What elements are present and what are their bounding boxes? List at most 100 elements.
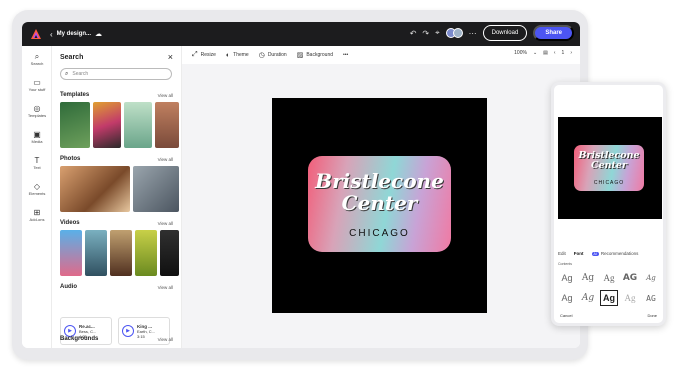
text-icon: T	[34, 156, 40, 165]
play-icon[interactable]: ▶	[122, 325, 134, 337]
rail-item-media[interactable]: ▣ Media	[22, 124, 52, 150]
cancel-button[interactable]: Cancel	[560, 313, 572, 318]
video-thumbnail[interactable]	[135, 230, 157, 276]
rail-item-addons[interactable]: ⊞ Add-ons	[22, 202, 52, 228]
font-option[interactable]: Ag	[642, 270, 660, 286]
title-text[interactable]: Bristlecone Center	[308, 170, 451, 214]
collaborators-avatars[interactable]	[445, 28, 463, 38]
left-rail: ⌕ Search ▭ Your stuff ◎ Templates ▣ Media TT…	[22, 46, 52, 348]
font-option[interactable]: AG	[642, 290, 660, 306]
theme-icon: ◐	[225, 51, 231, 59]
background-label: Background	[306, 52, 334, 58]
app-logo-icon	[31, 29, 41, 39]
redo-icon[interactable]: ↷	[422, 29, 429, 38]
theme-button[interactable]: ◐ Theme	[226, 52, 249, 59]
resize-icon: ⤢	[192, 51, 198, 58]
resize-button[interactable]: ⤢ Resize	[192, 51, 216, 59]
rail-item-label: Your stuff	[28, 87, 46, 92]
templates-view-all-link[interactable]: View all	[158, 93, 173, 98]
gradient-card[interactable]: Bristlecone Center CHICAGO	[308, 156, 451, 252]
rail-item-label: Add-ons	[29, 217, 45, 222]
app-window: ‹ My design... ☁ ↶ ↷ ⌖ ⋯ Download Share …	[22, 22, 580, 348]
font-option-selected[interactable]: Ag	[600, 290, 618, 306]
pages-icon[interactable]: ▤	[543, 50, 548, 56]
page-number: 1	[561, 50, 565, 56]
rail-item-label: Text	[33, 165, 41, 170]
font-option[interactable]: Ag	[579, 290, 597, 306]
templates-icon: ◎	[33, 104, 41, 113]
rail-item-search[interactable]: ⌕ Search	[22, 46, 52, 72]
done-button[interactable]: Done	[647, 313, 657, 318]
video-thumbnail[interactable]	[160, 230, 179, 276]
rail-item-elements[interactable]: ◇ Elements	[22, 176, 52, 202]
video-thumbnail[interactable]	[60, 230, 82, 276]
video-thumbnail[interactable]	[110, 230, 132, 276]
font-option[interactable]: AG	[621, 270, 639, 286]
template-thumbnail[interactable]	[155, 102, 179, 148]
avatar	[452, 28, 463, 38]
background-icon: ▨	[296, 52, 304, 59]
canvas-area[interactable]: Bristlecone Center CHICAGO	[182, 64, 580, 348]
theme-label: Theme	[233, 52, 249, 58]
phone-title-text: Bristlecone Center	[578, 150, 640, 171]
font-option[interactable]: Ag	[558, 290, 576, 306]
download-button[interactable]: Download	[482, 25, 528, 41]
section-videos-title: Videos	[60, 220, 80, 226]
chevron-down-icon[interactable]: ⌄	[533, 50, 537, 56]
addons-icon: ⊞	[33, 208, 41, 217]
close-icon[interactable]: ×	[168, 52, 173, 62]
rail-item-label: Elements	[28, 191, 46, 196]
search-icon: ⌕	[34, 52, 40, 61]
phone-subtitle-text: CHICAGO	[593, 180, 625, 186]
duration-label: Duration	[267, 52, 287, 58]
tab-font[interactable]: Font	[574, 251, 584, 256]
font-option[interactable]: Ag	[600, 270, 618, 286]
phone-artboard[interactable]: Bristlecone Center CHICAGO	[558, 117, 662, 219]
audio-duration: 3:15	[137, 333, 145, 339]
rail-item-your-stuff[interactable]: ▭ Your stuff	[22, 72, 52, 98]
rail-item-text[interactable]: T Text	[22, 150, 52, 176]
tab-recommendations[interactable]: AI Recommendations	[591, 251, 638, 256]
cloud-icon: ☁	[95, 31, 103, 38]
photo-thumbnail[interactable]	[133, 166, 179, 212]
back-chevron-icon[interactable]: ‹	[50, 30, 53, 39]
photos-view-all-link[interactable]: View all	[158, 157, 173, 162]
background-button[interactable]: ▨ Background	[297, 51, 333, 59]
template-thumbnail[interactable]	[124, 102, 152, 148]
share-button[interactable]: Share	[533, 25, 574, 41]
ai-badge: AI	[591, 252, 599, 256]
location-pin-icon[interactable]: ⌖	[435, 28, 440, 38]
phone-preview: Bristlecone Center CHICAGO Edit Font AI Re…	[551, 82, 666, 326]
backgrounds-view-all-link[interactable]: View all	[158, 337, 173, 342]
more-options-button[interactable]: •••	[343, 52, 348, 58]
zoom-level[interactable]: 100%	[514, 50, 527, 56]
tab-edit[interactable]: Edit	[558, 251, 566, 256]
prev-page-icon[interactable]: ‹	[554, 50, 556, 56]
search-input[interactable]: ⌕ Search	[60, 68, 172, 80]
rail-item-templates[interactable]: ◎ Templates	[22, 98, 52, 124]
document-name[interactable]: My design...	[57, 31, 91, 37]
artboard[interactable]: Bristlecone Center CHICAGO	[272, 98, 487, 313]
duration-button[interactable]: ◷ Duration	[259, 51, 287, 59]
template-thumbnail[interactable]	[60, 102, 90, 148]
subtitle-text[interactable]: CHICAGO	[308, 228, 451, 239]
contents-label: Contents	[558, 262, 573, 266]
template-thumbnail[interactable]	[93, 102, 121, 148]
section-photos-title: Photos	[60, 156, 81, 162]
undo-icon[interactable]: ↶	[410, 29, 417, 38]
rail-item-label: Templates	[27, 113, 47, 118]
phone-tabs: Edit Font AI Recommendations	[558, 251, 662, 256]
font-option[interactable]: Ag	[621, 290, 639, 306]
font-option[interactable]: Ag	[558, 270, 576, 286]
section-audio-title: Audio	[60, 284, 77, 290]
video-thumbnail[interactable]	[85, 230, 107, 276]
canvas-toolbar: ⤢ Resize ◐ Theme ◷ Duration ▨ Background •••…	[182, 46, 580, 64]
font-option[interactable]: Ag	[579, 270, 597, 286]
videos-view-all-link[interactable]: View all	[158, 221, 173, 226]
media-icon: ▣	[33, 130, 41, 139]
audio-view-all-link[interactable]: View all	[158, 285, 173, 290]
next-page-icon[interactable]: ›	[570, 50, 572, 56]
rail-item-label: Media	[31, 139, 43, 144]
more-icon[interactable]: ⋯	[469, 29, 477, 38]
photo-thumbnail[interactable]	[60, 166, 130, 212]
